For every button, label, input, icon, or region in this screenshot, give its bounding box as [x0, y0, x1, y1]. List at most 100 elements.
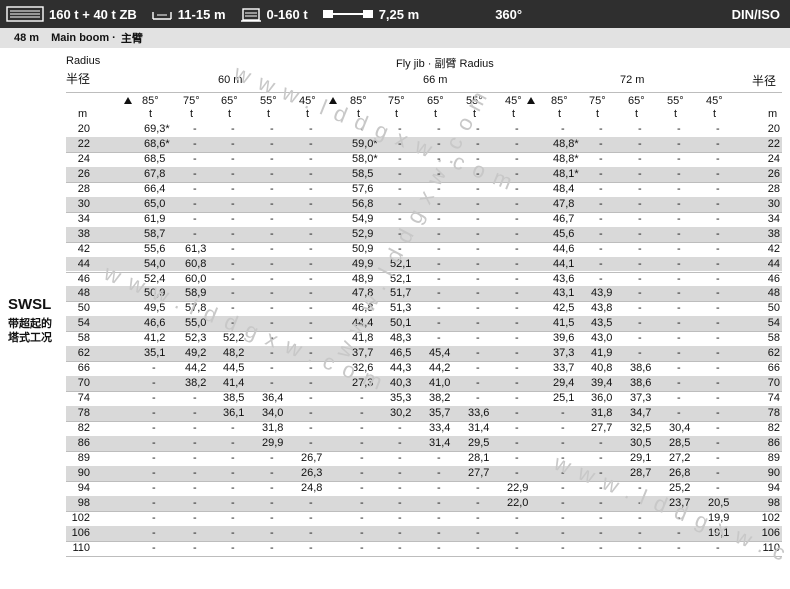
table-cell: 22,9: [507, 481, 529, 494]
radius-value: 38: [767, 227, 780, 240]
table-cell: -: [476, 137, 480, 150]
table-cell: -: [677, 212, 681, 225]
config-bar: 160 t + 40 t ZB 11-15 m 0-160 t 7,25 m 3…: [0, 0, 790, 28]
table-cell: 35,7: [429, 407, 451, 420]
radius-value: 106: [71, 526, 90, 539]
table-cell: -: [270, 466, 274, 479]
table-cell: 38,5: [223, 392, 245, 405]
row-rule: [66, 361, 782, 363]
table-cell: -: [716, 347, 720, 360]
row-rule: [66, 331, 782, 333]
table-cell: -: [561, 422, 565, 434]
angle-marker-icon: [527, 97, 535, 104]
table-cell: -: [476, 242, 480, 255]
table-cell: 66,4: [144, 182, 166, 195]
table-cell: 46,5: [390, 347, 412, 360]
table-cell: 50,9: [352, 242, 374, 255]
table-cell: -: [437, 287, 441, 300]
table-cell: 56,8: [352, 197, 374, 210]
table-cell: -: [561, 407, 565, 420]
table-cell: -: [716, 167, 720, 180]
table-cell: 42,5: [553, 302, 575, 315]
table-cell: -: [515, 332, 519, 345]
table-cell: -: [677, 197, 681, 210]
table-cell: -: [515, 541, 519, 554]
table-cell: 60,8: [185, 257, 207, 270]
track-group: 7,25 m: [322, 7, 419, 22]
radius-value: 89: [77, 451, 90, 464]
table-cell: 69,3*: [144, 123, 170, 135]
table-cell: -: [360, 422, 364, 434]
table-cell: -: [638, 182, 642, 195]
table-cell: -: [152, 407, 156, 420]
table-cell: 51,3: [390, 302, 412, 315]
standard-value: DIN/ISO: [731, 6, 780, 22]
table-cell: -: [677, 407, 681, 420]
table-cell: 27,7: [468, 466, 490, 479]
table-cell: -: [638, 317, 642, 330]
table-cell: -: [515, 317, 519, 330]
table-cell: 44,6: [553, 242, 575, 255]
table-cell: -: [231, 152, 235, 165]
table-cell: -: [515, 436, 519, 449]
table-cell: -: [270, 526, 274, 539]
table-cell: -: [398, 451, 402, 464]
table-cell: 33,6: [468, 407, 490, 420]
radius-value: 54: [77, 317, 90, 330]
table-cell: -: [231, 137, 235, 150]
row-rule: [66, 241, 782, 243]
table-cell: 30,5: [630, 436, 652, 449]
angle-header: 85°: [142, 95, 159, 107]
radius-value: 62: [77, 347, 90, 360]
table-cell: 40,8: [591, 362, 613, 375]
radius-value: 82: [77, 422, 90, 434]
radius-value: 24: [77, 152, 90, 165]
table-cell: -: [152, 451, 156, 464]
table-cell: -: [476, 227, 480, 240]
table-cell: -: [398, 511, 402, 524]
table-cell: -: [677, 257, 681, 270]
unit-t: t: [395, 108, 399, 120]
table-cell: -: [437, 511, 441, 524]
radius-value: 54: [767, 317, 780, 330]
radius-value: 26: [767, 167, 780, 180]
table-cell: -: [638, 137, 642, 150]
table-cell: -: [360, 436, 364, 449]
table-cell: 44,5: [223, 362, 245, 375]
table-cell: -: [638, 167, 642, 180]
load-chart-page: { "topbar": { "counterweight": "160 t + …: [0, 0, 790, 588]
table-cell: -: [309, 496, 313, 509]
table-cell: -: [476, 347, 480, 360]
table-cell: -: [677, 347, 681, 360]
radius-value: 58: [77, 332, 90, 345]
table-cell: -: [193, 451, 197, 464]
table-cell: -: [231, 212, 235, 225]
unit-t: t: [596, 108, 600, 120]
table-cell: 65,0: [144, 197, 166, 210]
angle-header: 75°: [388, 95, 405, 107]
radius-value: 110: [72, 541, 90, 554]
table-cell: -: [398, 436, 402, 449]
table-cell: -: [515, 123, 519, 135]
radius-value: 82: [767, 422, 780, 434]
table-cell: 68,5: [144, 152, 166, 165]
table-cell: -: [677, 182, 681, 195]
table-cell: -: [677, 287, 681, 300]
table-cell: -: [360, 451, 364, 464]
table-cell: -: [309, 272, 313, 285]
table-cell: 36,4: [262, 392, 284, 405]
table-cell: -: [515, 392, 519, 405]
table-cell: 30,2: [390, 407, 412, 420]
table-cell: -: [231, 481, 235, 494]
radius-value: 50: [767, 302, 780, 315]
table-cell: -: [193, 197, 197, 210]
table-cell: -: [193, 481, 197, 494]
table-cell: -: [476, 272, 480, 285]
table-cell: 44,3: [390, 362, 412, 375]
angle-header: 75°: [589, 95, 606, 107]
table-cell: -: [437, 302, 441, 315]
row-band: [66, 226, 782, 242]
table-cell: -: [231, 541, 235, 554]
table-cell: -: [599, 212, 603, 225]
table-cell: -: [515, 272, 519, 285]
